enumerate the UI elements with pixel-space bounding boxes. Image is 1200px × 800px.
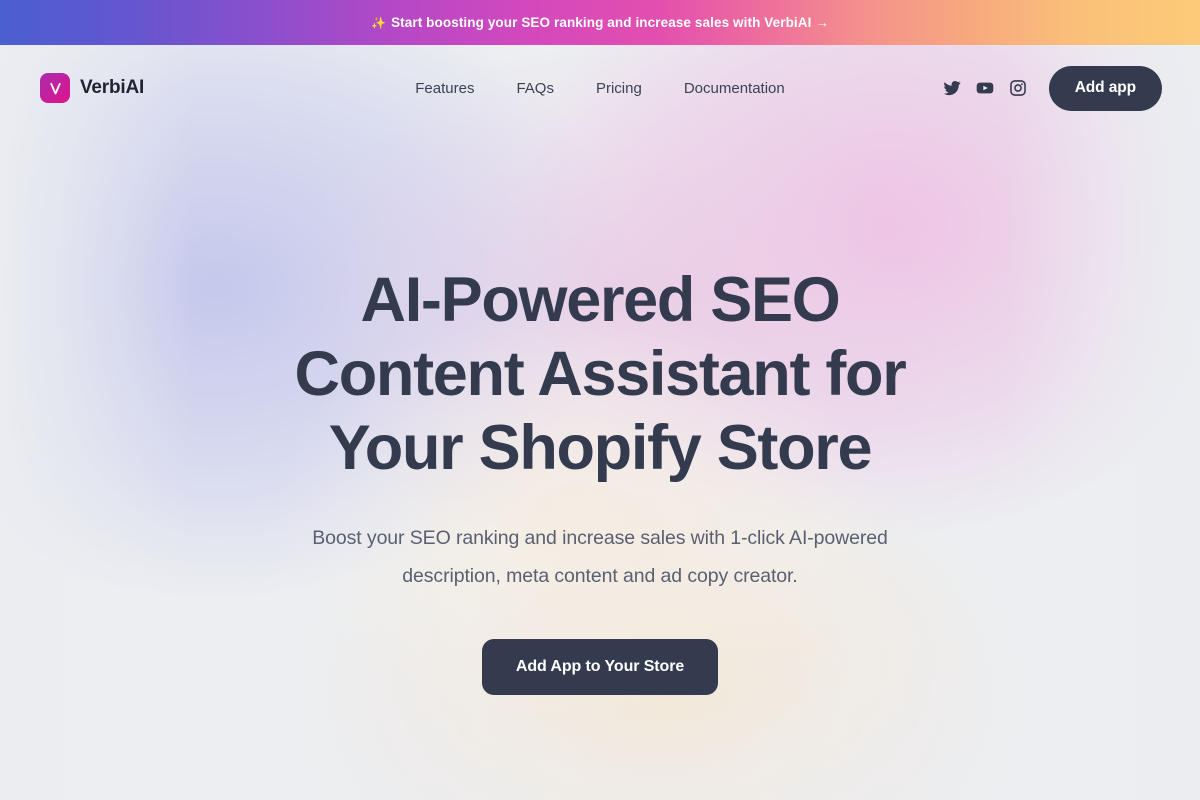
add-app-to-store-button[interactable]: Add App to Your Store bbox=[481, 639, 719, 695]
announcement-message: Start boosting your SEO ranking and incr… bbox=[391, 15, 829, 30]
social-links bbox=[943, 78, 1027, 98]
hero-title-line-3: Your Shopify Store bbox=[328, 413, 873, 483]
hero-subtitle-line-2: description, meta content and ad copy cr… bbox=[402, 565, 798, 587]
hero-section: VerbiAI Features FAQs Pricing Documentat… bbox=[0, 45, 1200, 800]
hero-title: AI-Powered SEO Content Assistant for You… bbox=[0, 263, 1200, 485]
sparkles-icon: ✨ bbox=[371, 15, 387, 30]
brand-logo[interactable]: VerbiAI bbox=[40, 73, 144, 103]
verbiai-v-shield-icon bbox=[40, 73, 70, 103]
instagram-icon[interactable] bbox=[1009, 79, 1027, 97]
nav-item-pricing[interactable]: Pricing bbox=[596, 80, 642, 97]
hero-title-line-1: AI-Powered SEO bbox=[360, 265, 841, 335]
announcement-text: ✨ Start boosting your SEO ranking and in… bbox=[371, 15, 829, 30]
hero-content: AI-Powered SEO Content Assistant for You… bbox=[0, 131, 1200, 695]
header-actions: Add app bbox=[943, 65, 1162, 111]
add-app-button[interactable]: Add app bbox=[1048, 65, 1162, 111]
main-navigation: Features FAQs Pricing Documentation bbox=[415, 80, 784, 97]
nav-item-features[interactable]: Features bbox=[415, 80, 474, 97]
site-header: VerbiAI Features FAQs Pricing Documentat… bbox=[0, 45, 1200, 131]
nav-item-documentation[interactable]: Documentation bbox=[684, 80, 785, 97]
announcement-banner[interactable]: ✨ Start boosting your SEO ranking and in… bbox=[0, 0, 1200, 45]
nav-item-faqs[interactable]: FAQs bbox=[516, 80, 554, 97]
hero-subtitle-line-1: Boost your SEO ranking and increase sale… bbox=[312, 527, 888, 549]
landing-page: ✨ Start boosting your SEO ranking and in… bbox=[0, 0, 1200, 800]
twitter-icon[interactable] bbox=[943, 79, 961, 97]
brand-name: VerbiAI bbox=[80, 77, 145, 98]
youtube-icon[interactable] bbox=[975, 78, 995, 98]
hero-title-line-2: Content Assistant for bbox=[294, 339, 907, 409]
hero-subtitle: Boost your SEO ranking and increase sale… bbox=[230, 519, 970, 595]
